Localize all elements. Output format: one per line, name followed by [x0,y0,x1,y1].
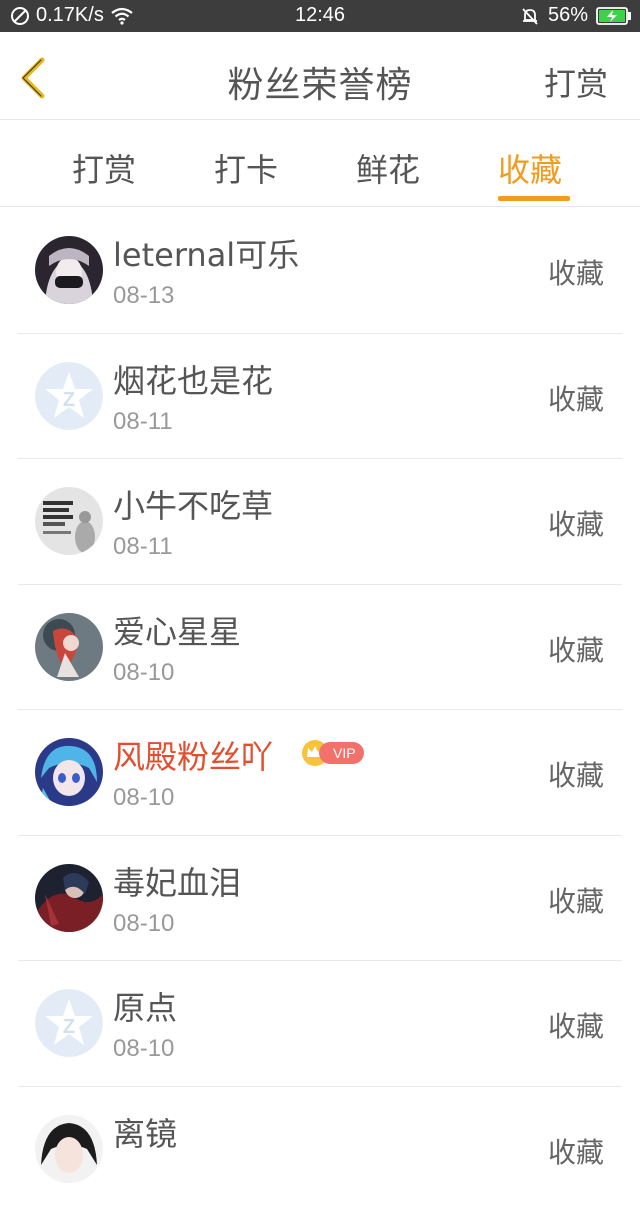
user-name: 风殿粉丝吖 [113,732,273,778]
user-name: 原点 [113,983,177,1029]
user-name: 爱心星星 [113,607,241,653]
avatar[interactable]: Z [35,362,103,430]
vip-label: VIP [319,742,364,764]
action-label: 收藏 [548,252,604,292]
svg-text:Z: Z [63,1016,75,1038]
fan-list: leternal可乐 08-13 收藏 Z 烟花也是花 08-11 收藏 [0,208,640,1212]
avatar[interactable] [35,1115,103,1183]
battery-percent: 56% [548,4,588,27]
list-item[interactable]: 小牛不吃草 08-11 收藏 [18,459,622,585]
battery-charging-icon [596,7,632,25]
default-star-avatar-icon: Z [35,362,103,430]
avatar[interactable]: Z [35,989,103,1057]
status-bar: 0.17K/s 12:46 56% [0,0,640,32]
list-item[interactable]: Z 原点 08-10 收藏 [18,961,622,1087]
svg-text:Z: Z [63,389,75,411]
default-star-avatar-icon: Z [35,989,103,1057]
tab-favorites[interactable]: 收藏 [498,145,562,191]
action-label: 收藏 [548,629,604,669]
reward-button[interactable]: 打赏 [544,59,608,105]
list-item[interactable]: Z 烟花也是花 08-11 收藏 [18,334,622,460]
user-name: 离镜 [113,1109,177,1155]
user-name: leternal可乐 [113,230,299,276]
avatar[interactable] [35,487,103,555]
tab-flowers[interactable]: 鲜花 [356,145,420,191]
action-label: 收藏 [548,754,604,794]
avatar[interactable] [35,236,103,304]
date-label: 08-11 [113,533,173,561]
date-label: 08-11 [113,408,173,436]
avatar[interactable] [35,613,103,681]
action-label: 收藏 [548,880,604,920]
avatar[interactable] [35,864,103,932]
action-label: 收藏 [548,1005,604,1045]
avatar[interactable] [35,738,103,806]
tab-reward[interactable]: 打赏 [72,145,136,191]
date-label: 08-10 [113,910,174,938]
date-label: 08-10 [113,784,174,812]
list-item[interactable]: leternal可乐 08-13 收藏 [18,208,622,334]
action-label: 收藏 [548,503,604,543]
tab-bar: 打赏 打卡 鲜花 收藏 [0,121,640,207]
vip-badge: VIP [301,740,364,766]
date-label: 08-10 [113,1035,174,1063]
list-item[interactable]: 离镜 收藏 [18,1087,622,1212]
date-label: 08-10 [113,659,174,687]
user-name: 小牛不吃草 [113,481,273,527]
user-name: 烟花也是花 [113,356,273,402]
list-item[interactable]: 风殿粉丝吖 VIP 08-10 收藏 [18,710,622,836]
list-item[interactable]: 爱心星星 08-10 收藏 [18,585,622,711]
tab-checkin[interactable]: 打卡 [214,145,278,191]
nav-bar: 粉丝荣誉榜 打赏 [0,32,640,120]
action-label: 收藏 [548,378,604,418]
date-label: 08-13 [113,282,174,310]
list-item[interactable]: 毒妃血泪 08-10 收藏 [18,836,622,962]
muted-bell-icon [520,6,540,26]
user-name: 毒妃血泪 [113,858,241,904]
active-tab-indicator [498,196,570,201]
action-label: 收藏 [548,1131,604,1171]
